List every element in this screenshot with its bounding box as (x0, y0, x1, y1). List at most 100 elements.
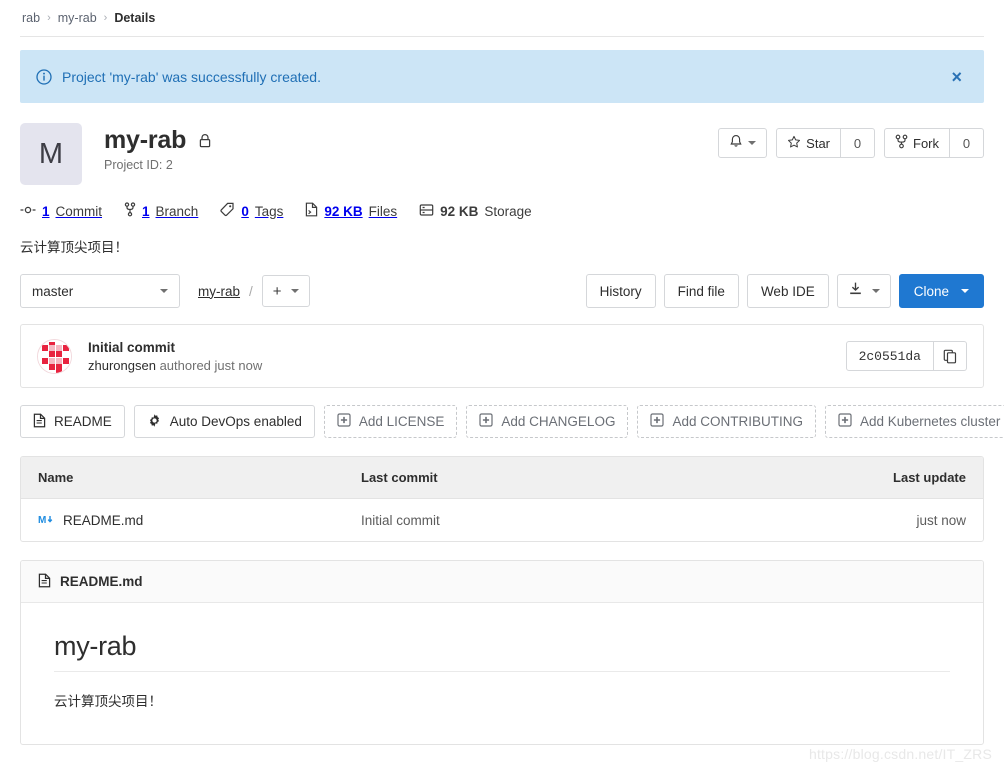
stat-branches[interactable]: 1 Branch (124, 202, 198, 220)
add-license-button[interactable]: Add LICENSE (323, 405, 458, 438)
fork-icon (895, 134, 908, 152)
fork-button[interactable]: Fork (884, 128, 950, 158)
project-meta: my-rab Project ID: 2 (104, 123, 212, 172)
plus-icon: + (272, 282, 282, 300)
branch-selector-value: master (32, 283, 74, 299)
add-to-repo-dropdown[interactable]: + (261, 275, 310, 307)
project-header: M my-rab Project ID: 2 Star 0 Fork 0 (20, 123, 984, 185)
commit-sha[interactable]: 2c0551da (845, 341, 934, 371)
column-header-name: Name (38, 470, 74, 485)
toolbar-actions: History Find file Web IDE Clone (585, 274, 984, 308)
success-alert: Project 'my-rab' was successfully create… (20, 50, 984, 103)
commit-title[interactable]: Initial commit (88, 340, 262, 355)
fork-label: Fork (913, 135, 939, 151)
breadcrumb-group[interactable]: rab (22, 11, 40, 25)
clone-button[interactable]: Clone (898, 274, 984, 308)
watermark: https://blog.csdn.net/IT_ZRS (808, 746, 992, 762)
stat-files[interactable]: 92 KB Files (305, 202, 397, 220)
stat-branches-value: 1 (142, 203, 150, 219)
project-id-label: Project ID: 2 (104, 158, 173, 172)
project-description: 云计算顶尖项目！ (20, 240, 128, 255)
chevron-down-icon (961, 289, 969, 293)
star-button[interactable]: Star (776, 128, 841, 158)
plus-box-icon (650, 413, 665, 430)
star-label: Star (806, 135, 830, 151)
storage-icon (419, 203, 434, 220)
stat-commits[interactable]: 1 Commit (20, 204, 102, 219)
breadcrumb-current: Details (114, 11, 156, 25)
fork-button-group: Fork 0 (884, 128, 984, 158)
stat-storage-value: 92 KB (440, 203, 479, 219)
auto-devops-button[interactable]: Auto DevOps enabled (133, 405, 315, 438)
project-stats: 1 Commit 1 Branch 0 Tags 92 KB Files 92 … (20, 202, 984, 220)
tag-icon (220, 202, 235, 220)
chevron-down-icon (748, 141, 757, 145)
breadcrumb-project[interactable]: my-rab (58, 11, 97, 25)
identicon-avatar (37, 338, 72, 374)
readme-button[interactable]: README (20, 405, 125, 438)
add-contributing-label: Add CONTRIBUTING (672, 414, 803, 429)
stat-tags[interactable]: 0 Tags (220, 202, 283, 220)
path-separator: / (249, 283, 253, 299)
markdown-icon: M (38, 513, 54, 528)
fork-count[interactable]: 0 (950, 128, 984, 158)
branch-icon (124, 202, 136, 220)
auto-devops-button-label: Auto DevOps enabled (169, 414, 302, 429)
history-button[interactable]: History (585, 274, 656, 308)
clone-label: Clone (913, 283, 949, 299)
stat-tags-value: 0 (241, 203, 249, 219)
star-count[interactable]: 0 (841, 128, 875, 158)
chevron-down-icon (871, 289, 880, 293)
avatar: M (20, 123, 82, 185)
close-icon[interactable]: × (945, 64, 968, 90)
quick-actions: README Auto DevOps enabled Add LICENSE A… (20, 405, 1004, 438)
file-last-update: just now (916, 512, 966, 528)
breadcrumb-separator-2: › (103, 12, 108, 24)
readme-button-label: README (54, 414, 112, 429)
info-circle-icon (36, 68, 52, 85)
breadcrumb: rab › my-rab › Details (0, 0, 1004, 36)
readme-heading: my-rab (54, 631, 950, 672)
column-header-last-commit: Last commit (361, 470, 438, 485)
readme-paragraph: 云计算顶尖项目！ (54, 694, 162, 709)
table-row[interactable]: M README.md Initial commit just now (21, 499, 983, 541)
find-file-button[interactable]: Find file (663, 274, 739, 308)
stat-storage: 92 KB Storage (419, 203, 532, 220)
branch-selector[interactable]: master (20, 274, 180, 308)
header-actions: Star 0 Fork 0 (718, 128, 984, 158)
file-name-cell: M README.md (21, 513, 361, 528)
download-dropdown[interactable] (836, 274, 891, 308)
add-kubernetes-cluster-button[interactable]: Add Kubernetes cluster (824, 405, 1004, 438)
repo-path-root[interactable]: my-rab (198, 284, 240, 299)
stat-commits-label: Commit (55, 203, 103, 219)
page-title: my-rab (104, 126, 187, 154)
column-header-last-update: Last update (893, 470, 966, 485)
lock-icon (198, 133, 212, 149)
header-divider (20, 36, 984, 37)
readme-panel: README.md my-rab 云计算顶尖项目！ (20, 560, 984, 745)
project-details-page: rab › my-rab › Details Project 'my-rab' … (0, 0, 1004, 768)
commit-info: Initial commit zhurongsen authored just … (88, 340, 262, 373)
commit-timing: authored just now (159, 357, 263, 373)
add-contributing-button[interactable]: Add CONTRIBUTING (637, 405, 816, 438)
stat-commits-value: 1 (42, 203, 50, 219)
notification-dropdown[interactable] (718, 128, 768, 158)
copy-icon[interactable] (934, 341, 967, 371)
web-ide-button[interactable]: Web IDE (746, 274, 829, 308)
repo-path: my-rab / + (198, 275, 310, 307)
readme-panel-header: README.md (21, 561, 983, 603)
file-table-header: Name Last commit Last update (21, 457, 983, 499)
download-icon (848, 281, 863, 301)
add-changelog-button[interactable]: Add CHANGELOG (466, 405, 629, 438)
project-title-row: my-rab (104, 126, 212, 155)
commit-author[interactable]: zhurongsen (88, 358, 156, 373)
add-changelog-label: Add CHANGELOG (501, 414, 616, 429)
commit-sha-group: 2c0551da (845, 341, 967, 371)
doc-icon (305, 202, 318, 220)
gear-icon (147, 413, 162, 431)
star-button-group: Star 0 (776, 128, 875, 158)
bell-icon (729, 134, 743, 152)
doc-icon (33, 413, 46, 431)
file-last-commit[interactable]: Initial commit (361, 513, 833, 528)
file-name-link[interactable]: README.md (63, 513, 143, 528)
